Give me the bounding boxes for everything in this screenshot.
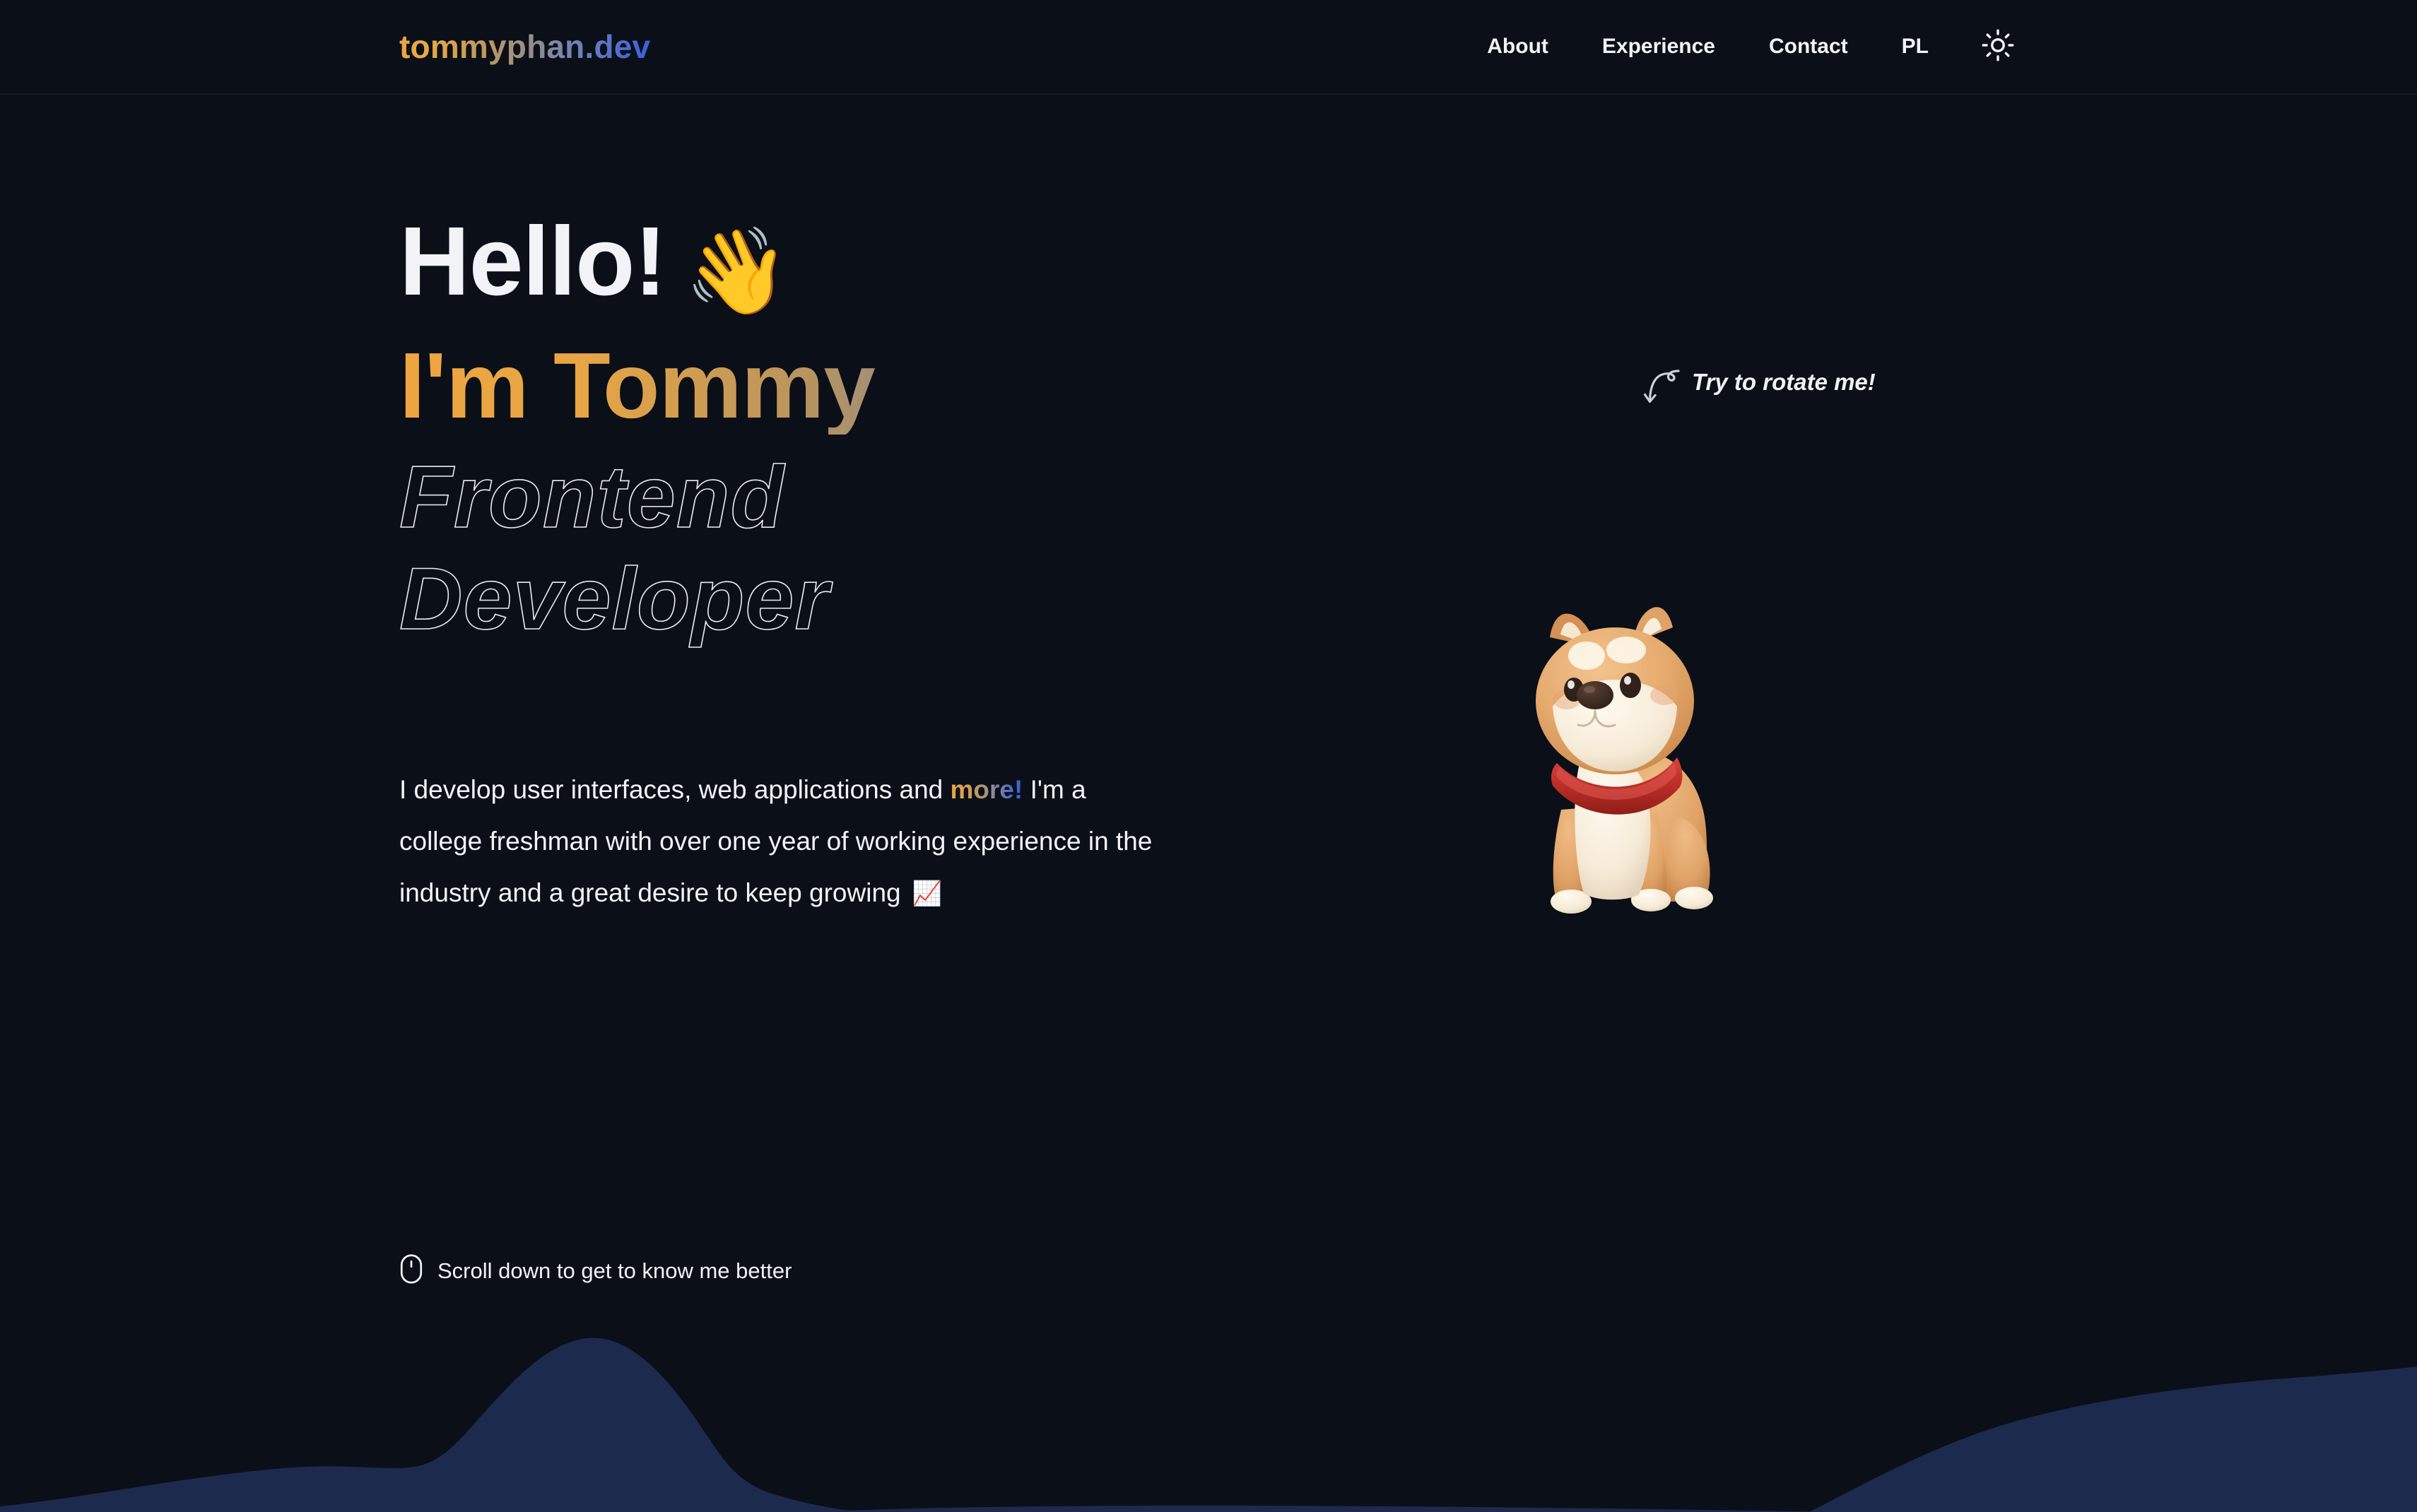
- nav-item-about[interactable]: About: [1487, 28, 1548, 66]
- hero-description: I develop user interfaces, web applicati…: [399, 764, 1163, 919]
- hero-role: Frontend Developer: [399, 447, 1424, 651]
- site-header: tommyphan.dev About Experience Contact P…: [0, 0, 2417, 95]
- hero-text-column: Hello! 👋 I'm Tommy Frontend Developer I d…: [399, 211, 1424, 945]
- shiba-inu-icon: [1536, 607, 1713, 914]
- waving-hand-icon: 👋: [684, 224, 789, 319]
- mouse-icon: [399, 1253, 423, 1288]
- hero-greeting: Hello! 👋: [399, 211, 1424, 316]
- hero-role-line-1: Frontend: [399, 448, 785, 547]
- scroll-down-hint[interactable]: Scroll down to get to know me better: [399, 1253, 792, 1288]
- page-root: tommyphan.dev About Experience Contact P…: [0, 0, 2417, 1512]
- curly-arrow-down-icon: [1641, 367, 1685, 414]
- nav-item-contact[interactable]: Contact: [1769, 28, 1848, 66]
- hero-section: Hello! 👋 I'm Tommy Frontend Developer I d…: [0, 95, 2417, 1512]
- hero-role-line-2: Developer: [399, 550, 830, 649]
- theme-toggle-button[interactable]: [1978, 27, 2018, 66]
- site-logo[interactable]: tommyphan.dev: [399, 28, 650, 66]
- main-navigation: About Experience Contact PL: [1487, 27, 2018, 66]
- hero-name: I'm Tommy: [399, 336, 1424, 435]
- hero-description-highlight: more!: [950, 774, 1023, 804]
- rotate-hint-label: Try to rotate me!: [1692, 369, 1876, 395]
- chart-increasing-icon: 📈: [912, 880, 943, 908]
- sun-icon: [1981, 28, 2015, 66]
- shiba-inu-3d-model[interactable]: [1488, 582, 1756, 921]
- hero-greeting-text: Hello!: [399, 207, 666, 316]
- scroll-hint-label: Scroll down to get to know me better: [437, 1258, 792, 1283]
- nav-item-language[interactable]: PL: [1902, 28, 1929, 66]
- rotate-mascot-hint: Try to rotate me!: [1641, 367, 1876, 414]
- nav-item-experience[interactable]: Experience: [1602, 28, 1715, 66]
- hero-description-part-1: I develop user interfaces, web applicati…: [399, 774, 951, 804]
